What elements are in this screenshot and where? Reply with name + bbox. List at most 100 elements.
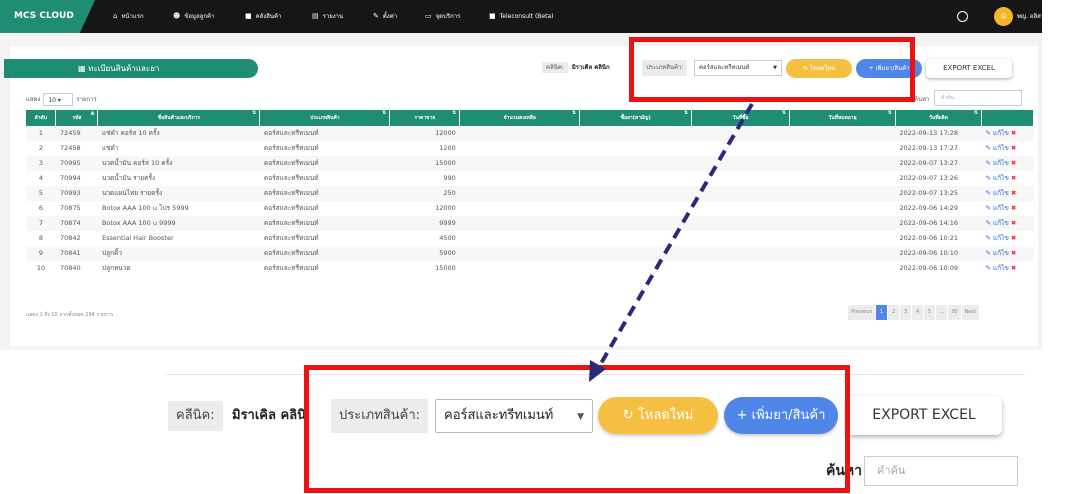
cell-stock bbox=[459, 246, 580, 261]
nav-item-home[interactable]: ⌂ หน้าแรก bbox=[113, 0, 144, 33]
avatar[interactable]: ☺ bbox=[994, 7, 1013, 26]
delete-icon[interactable]: ✖ bbox=[1011, 129, 1016, 137]
edit-button[interactable]: ✎ แก้ไข bbox=[985, 129, 1008, 137]
cell-buy-date bbox=[691, 126, 790, 141]
cell-price: 250 bbox=[389, 186, 460, 201]
edit-button[interactable]: ✎ แก้ไข bbox=[985, 234, 1008, 242]
cell-actions: ✎ แก้ไข ✖ bbox=[981, 246, 1034, 261]
col-header-created[interactable]: วันที่ผลิต ⇅ bbox=[895, 110, 982, 126]
sort-icon: ⇅ bbox=[572, 110, 577, 116]
delete-icon[interactable]: ✖ bbox=[1011, 159, 1016, 167]
page-button[interactable]: 30 bbox=[948, 305, 961, 320]
page-button[interactable]: 1 bbox=[876, 305, 888, 320]
edit-button[interactable]: ✎ แก้ไข bbox=[985, 249, 1008, 257]
delete-icon[interactable]: ✖ bbox=[1011, 174, 1016, 182]
edit-button[interactable]: ✎ แก้ไข bbox=[985, 159, 1008, 167]
delete-icon[interactable]: ✖ bbox=[1011, 219, 1016, 227]
nav-item-teleconsult[interactable]: ■ Teleconsult (Beta) bbox=[489, 0, 553, 33]
col-header-buy-date[interactable]: วันที่ซื้อ ⇅ bbox=[691, 110, 791, 126]
edit-button[interactable]: ✎ แก้ไข bbox=[985, 144, 1008, 152]
zoom-clinic-value: มิราเคิล คลินิ bbox=[232, 408, 307, 423]
cell-buy-date bbox=[691, 246, 790, 261]
user-name[interactable]: พญ. อลิสา bbox=[1017, 0, 1042, 33]
table-row: 9 70841 ปลูกคิ้ว คอร์สและทรีทเมนท์ 5900 2022-… bbox=[26, 246, 1034, 261]
globe-icon[interactable] bbox=[957, 11, 968, 22]
cell-no: 2 bbox=[38, 144, 44, 152]
nav-item-customers[interactable]: ☻ ข้อมูลลูกค้า bbox=[173, 0, 214, 33]
users-icon: ☻ bbox=[173, 12, 181, 20]
zoom-export-excel-button[interactable]: EXPORT EXCEL bbox=[846, 396, 1002, 435]
delete-icon[interactable]: ✖ bbox=[1011, 249, 1016, 257]
search-input[interactable]: คำค้น bbox=[934, 90, 1022, 106]
cell-generic bbox=[580, 201, 692, 216]
cell-stock bbox=[460, 261, 580, 276]
nav-label: รายงาน bbox=[322, 13, 344, 20]
page-length-select[interactable]: 10 ▾ bbox=[43, 93, 74, 106]
cell-type: คอร์สและทรีทเมนท์ bbox=[259, 126, 390, 141]
brand-logo[interactable]: MCS CLOUD bbox=[0, 0, 95, 33]
edit-button[interactable]: ✎ แก้ไข bbox=[985, 174, 1008, 182]
edit-button[interactable]: ✎ แก้ไข bbox=[985, 264, 1008, 272]
clinic-label: คลินิค: bbox=[542, 62, 568, 73]
cell-name: ปลูกหนวด bbox=[101, 264, 131, 272]
cell-type: คอร์สและทรีทเมนท์ bbox=[263, 144, 319, 152]
page-button[interactable]: 2 bbox=[888, 305, 900, 320]
page-button[interactable]: 4 bbox=[912, 305, 924, 320]
edit-label: แก้ไข bbox=[992, 234, 1009, 242]
cell-actions: ✎ แก้ไข ✖ bbox=[981, 231, 1033, 246]
cell-type: คอร์สและทรีทเมนท์ bbox=[263, 174, 319, 182]
edit-button[interactable]: ✎ แก้ไข bbox=[985, 204, 1008, 212]
nav-item-service-point[interactable]: ▭ จุดบริการ bbox=[425, 0, 460, 33]
cell-buy-date bbox=[692, 231, 790, 246]
table-row: 10 70840 ปลูกหนวด คอร์สและทรีทเมนท์ 15000 202… bbox=[26, 261, 1034, 276]
nav-item-settings[interactable]: ✎ ตั้งค่า bbox=[373, 0, 397, 33]
cell-code: 72458 bbox=[59, 144, 81, 152]
cell-created: 2022-09-07 13:27 bbox=[895, 156, 982, 171]
nav-item-inventory[interactable]: ■ คลังสินค้า bbox=[245, 0, 281, 33]
col-header-expiry[interactable]: วันที่หมดอายุ ⇅ bbox=[789, 110, 896, 126]
edit-label: แก้ไข bbox=[992, 189, 1009, 197]
edit-label: แก้ไข bbox=[992, 174, 1009, 182]
col-header-generic[interactable]: ซื้อยา(สามัญ) ⇅ bbox=[579, 110, 693, 126]
col-header-type[interactable]: ประเภทสินค้า ⇅ bbox=[259, 110, 391, 126]
cell-price: 12000 bbox=[435, 204, 456, 212]
edit-button[interactable]: ✎ แก้ไข bbox=[985, 189, 1008, 197]
cell-type: คอร์สและทรีทเมนท์ bbox=[259, 216, 390, 231]
delete-icon[interactable]: ✖ bbox=[1011, 189, 1016, 197]
page-button[interactable]: 5 bbox=[924, 305, 936, 320]
cell-buy-date bbox=[691, 216, 790, 231]
nav-item-reports[interactable]: ▤ รายงาน bbox=[312, 0, 343, 33]
page-button[interactable]: ... bbox=[936, 305, 948, 320]
zoom-search-input[interactable]: คำค้น bbox=[864, 456, 1018, 486]
page-button[interactable]: 3 bbox=[900, 305, 912, 320]
delete-icon[interactable]: ✖ bbox=[1011, 144, 1016, 152]
delete-icon[interactable]: ✖ bbox=[1011, 234, 1016, 242]
cell-type: คอร์สและทรีทเมนท์ bbox=[263, 234, 319, 242]
table-row: 2 72458 แช่ดำ คอร์สและทรีทเมนท์ 1200 2022-09-… bbox=[26, 141, 1034, 156]
col-header-price[interactable]: ราคาขาย ⇅ bbox=[389, 110, 461, 126]
col-header-code[interactable]: รหัส ▲ bbox=[55, 110, 99, 126]
table-row: 3 70995 นวดน้ำมัน คอร์ส 10 ครั้ง คอร์สและทร… bbox=[26, 156, 1034, 171]
col-header-no[interactable]: ลำดับ bbox=[26, 110, 57, 126]
delete-icon[interactable]: ✖ bbox=[1011, 204, 1016, 212]
col-header-name[interactable]: ชื่อสินค้าและบริการ ⇅ bbox=[97, 110, 261, 126]
edit-button[interactable]: ✎ แก้ไข bbox=[985, 219, 1008, 227]
sort-icon: ⇅ bbox=[683, 110, 689, 116]
export-excel-button[interactable]: EXPORT EXCEL bbox=[926, 59, 1012, 78]
page-button[interactable]: Previous bbox=[848, 305, 876, 320]
cell-price: 5900 bbox=[389, 246, 460, 261]
cell-generic bbox=[579, 186, 692, 201]
table-row: 8 70842 Essential Hair Booster คอร์สและทรีท… bbox=[26, 231, 1034, 246]
cell-actions: ✎ แก้ไข ✖ bbox=[981, 141, 1033, 156]
cell-generic bbox=[580, 231, 692, 246]
cell-no: 5 bbox=[26, 186, 56, 201]
cell-created: 2022-09-06 10:09 bbox=[899, 264, 959, 272]
delete-icon[interactable]: ✖ bbox=[1011, 264, 1016, 272]
nav-label: คลังสินค้า bbox=[255, 13, 282, 20]
cell-generic bbox=[580, 261, 692, 276]
page-button[interactable]: Next bbox=[961, 305, 980, 320]
cell-no: 9 bbox=[26, 246, 56, 261]
col-header-stock[interactable]: จำนวนคงเหลือ ⇅ bbox=[459, 110, 581, 126]
sort-icon: ⇅ bbox=[781, 110, 787, 116]
table-info: แสดง 1 ถึง 10 จากทั้งหมด 294 รายการ bbox=[26, 312, 114, 318]
